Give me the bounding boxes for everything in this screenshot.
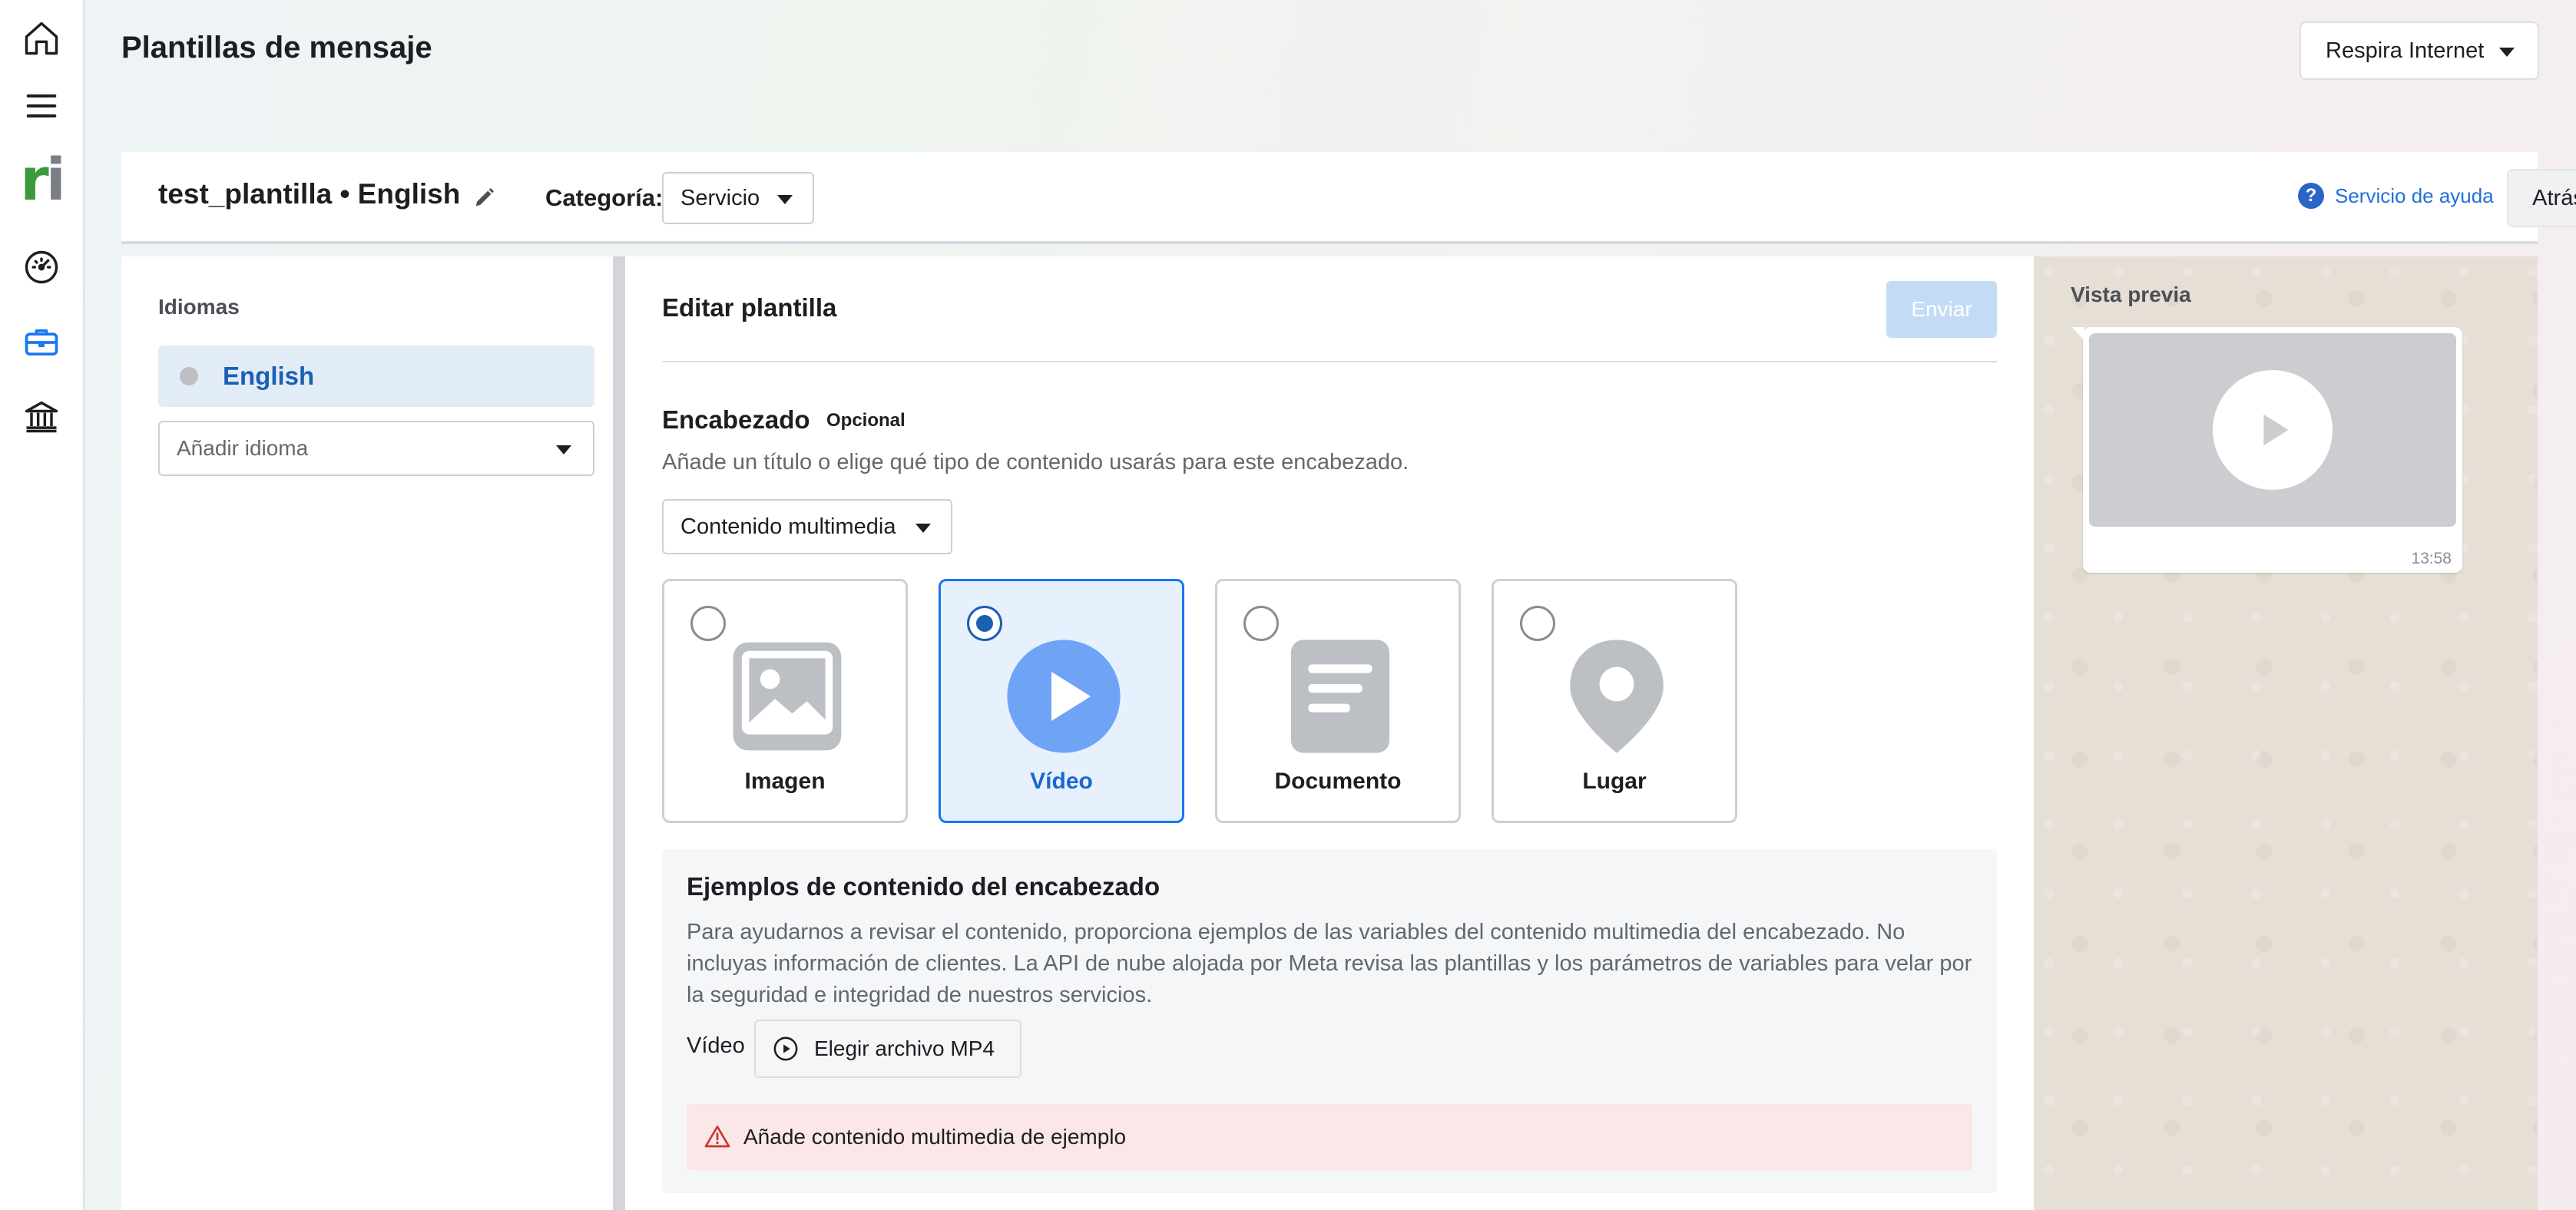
editor-title: Editar plantilla — [662, 293, 837, 322]
template-header-bar: test_plantilla • English Categoría: Serv… — [121, 152, 2576, 244]
dashboard-icon[interactable] — [20, 246, 63, 289]
languages-title: Idiomas — [158, 295, 240, 319]
briefcase-icon[interactable] — [20, 321, 63, 364]
home-icon[interactable] — [20, 17, 63, 60]
languages-panel: Idiomas English Añadir idioma — [121, 256, 613, 1210]
play-icon — [1002, 635, 1125, 758]
preview-title: Vista previa — [2071, 283, 2191, 306]
question-icon: ? — [2298, 183, 2324, 209]
media-option-document[interactable]: Documento — [1215, 579, 1461, 823]
video-label: Vídeo — [687, 1033, 745, 1058]
category-label: Categoría: — [545, 184, 664, 211]
header-type-select[interactable]: Contenido multimedia — [662, 499, 952, 554]
left-nav-rail: ri — [0, 0, 84, 1210]
radio-button[interactable] — [690, 606, 726, 641]
media-option-video[interactable]: Vídeo — [939, 579, 1184, 823]
option-label: Documento — [1274, 769, 1402, 794]
chevron-down-icon — [2499, 48, 2515, 57]
header-type-value: Contenido multimedia — [680, 514, 896, 539]
option-label: Imagen — [744, 769, 826, 794]
option-label: Lugar — [1582, 769, 1647, 794]
radio-button[interactable] — [1520, 606, 1555, 641]
play-circle-icon — [773, 1036, 798, 1061]
document-icon — [1279, 635, 1402, 758]
media-option-location[interactable]: Lugar — [1492, 579, 1737, 823]
chevron-down-icon — [916, 524, 931, 533]
send-button[interactable]: Enviar — [1886, 281, 1997, 338]
location-pin-icon — [1555, 635, 1678, 758]
template-editor: Editar plantilla Enviar Encabezado Opcio… — [625, 256, 2034, 1210]
examples-description: Para ayudarnos a revisar el contenido, p… — [687, 920, 1972, 1007]
menu-icon[interactable] — [20, 84, 63, 127]
video-placeholder — [2089, 333, 2456, 527]
category-select[interactable]: Servicio — [662, 172, 814, 224]
panel-divider — [613, 256, 625, 1210]
chevron-down-icon — [777, 195, 793, 204]
language-label: English — [223, 362, 315, 390]
template-name: test_plantilla • English — [158, 178, 461, 210]
help-label: Servicio de ayuda — [2335, 183, 2494, 207]
status-dot — [180, 367, 198, 385]
preview-panel: Vista previa 13:58 — [2034, 256, 2538, 1210]
media-option-image[interactable]: Imagen — [662, 579, 908, 823]
warning-icon — [704, 1126, 730, 1148]
divider — [662, 361, 1997, 362]
help-link[interactable]: ? Servicio de ayuda — [2298, 183, 2494, 209]
radio-button[interactable] — [1243, 606, 1279, 641]
back-button[interactable]: Atrás — [2507, 169, 2576, 227]
choose-mp4-label: Elegir archivo MP4 — [814, 1036, 995, 1060]
brand-logo[interactable]: ri — [20, 150, 66, 209]
header-description: Añade un título o elige qué tipo de cont… — [662, 450, 1409, 474]
add-language-placeholder: Añadir idioma — [177, 436, 309, 460]
image-icon — [726, 635, 849, 758]
optional-badge: Opcional — [826, 410, 906, 431]
message-bubble: 13:58 — [2072, 327, 2462, 573]
warning-banner: Añade contenido multimedia de ejemplo — [687, 1104, 1972, 1170]
choose-mp4-button[interactable]: Elegir archivo MP4 — [754, 1020, 1021, 1078]
play-icon — [2213, 370, 2333, 490]
chevron-down-icon — [556, 445, 571, 455]
header-examples-section: Ejemplos de contenido del encabezado Par… — [662, 849, 1997, 1193]
language-item-english[interactable]: English — [158, 345, 594, 407]
account-selector[interactable]: Respira Internet — [2300, 21, 2539, 80]
account-name: Respira Internet — [2326, 38, 2485, 63]
option-label: Vídeo — [1030, 769, 1093, 794]
examples-title: Ejemplos de contenido del encabezado — [687, 872, 1161, 901]
page-title: Plantillas de mensaje — [121, 31, 432, 64]
category-value: Servicio — [680, 185, 760, 210]
bank-icon[interactable] — [20, 395, 63, 438]
message-timestamp: 13:58 — [2411, 550, 2452, 567]
header-section-title: Encabezado — [662, 405, 810, 434]
add-language-select[interactable]: Añadir idioma — [158, 421, 594, 476]
radio-button[interactable] — [967, 606, 1002, 641]
pencil-icon[interactable] — [472, 184, 498, 210]
warning-text: Añade contenido multimedia de ejemplo — [743, 1125, 1127, 1149]
